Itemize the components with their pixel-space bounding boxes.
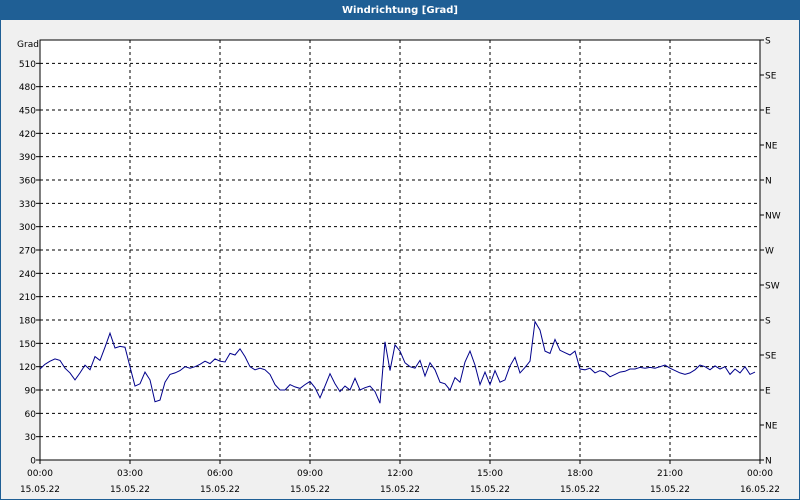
y2-tick-label: SE xyxy=(765,352,777,362)
y-axis-label: Grad xyxy=(17,40,39,50)
x-tick-date: 15.05.22 xyxy=(380,485,420,495)
y-tick-label: 420 xyxy=(19,130,36,140)
x-tick-time: 03:00 xyxy=(117,469,143,479)
y-tick-label: 450 xyxy=(19,107,36,117)
y-tick-label: 210 xyxy=(19,293,36,303)
y-tick-label: 0 xyxy=(30,457,36,467)
x-tick-date: 15.05.22 xyxy=(470,485,510,495)
y-tick-label: 270 xyxy=(19,247,36,257)
y2-tick-label: S xyxy=(765,317,771,327)
x-tick-date: 15.05.22 xyxy=(20,485,60,495)
x-tick-time: 00:00 xyxy=(27,469,53,479)
x-tick-date: 15.05.22 xyxy=(650,485,690,495)
x-tick-date: 15.05.22 xyxy=(110,485,150,495)
y-tick-label: 510 xyxy=(19,60,36,70)
x-axis-ticks: 00:00 15.05.22 03:00 15.05.22 06:00 15.05.22 0… xyxy=(20,460,780,495)
x-tick-date: 15.05.22 xyxy=(290,485,330,495)
y-tick-label: 180 xyxy=(19,317,36,327)
y2-tick-label: SE xyxy=(765,72,777,82)
y-tick-label: 390 xyxy=(19,153,36,163)
y-tick-label: 330 xyxy=(19,200,36,210)
y-axis-ticks: 0 30 60 90 120 150 180 210 240 270 300 330 360 390 420… xyxy=(19,60,40,467)
y2-tick-label: E xyxy=(765,387,771,397)
y2-tick-label: NE xyxy=(765,142,778,152)
x-tick-time: 21:00 xyxy=(657,469,683,479)
x-tick-time: 18:00 xyxy=(567,469,593,479)
y-tick-label: 150 xyxy=(19,340,36,350)
x-tick-date: 15.05.22 xyxy=(560,485,600,495)
x-tick-time: 15:00 xyxy=(477,469,503,479)
y2-tick-label: SW xyxy=(765,282,780,292)
y-tick-label: 480 xyxy=(19,83,36,93)
y2-tick-label: W xyxy=(765,247,774,257)
y2-tick-label: N xyxy=(765,177,772,187)
y-tick-label: 60 xyxy=(25,410,37,420)
chart-canvas: 0 30 60 90 120 150 180 210 240 270 300 330 360 390 420… xyxy=(17,37,781,496)
x-tick-date: 15.05.22 xyxy=(200,485,240,495)
y2-tick-label: NE xyxy=(765,422,778,432)
y-tick-label: 90 xyxy=(25,387,37,397)
y2-tick-label: S xyxy=(765,37,771,47)
y-tick-label: 240 xyxy=(19,270,36,280)
y2-axis-ticks: N NE E SE S SW W NW N NE E SE S xyxy=(760,37,781,467)
y2-tick-label: N xyxy=(765,457,772,467)
y2-tick-label: NW xyxy=(765,212,781,222)
y2-tick-label: E xyxy=(765,107,771,117)
x-tick-time: 06:00 xyxy=(207,469,233,479)
y-tick-label: 300 xyxy=(19,223,36,233)
x-tick-time: 12:00 xyxy=(387,469,413,479)
y-tick-label: 360 xyxy=(19,177,36,187)
y-tick-label: 120 xyxy=(19,363,36,373)
x-tick-date: 16.05.22 xyxy=(740,485,780,495)
x-tick-time: 09:00 xyxy=(297,469,323,479)
x-tick-time: 00:00 xyxy=(747,469,773,479)
y-tick-label: 30 xyxy=(25,433,37,443)
